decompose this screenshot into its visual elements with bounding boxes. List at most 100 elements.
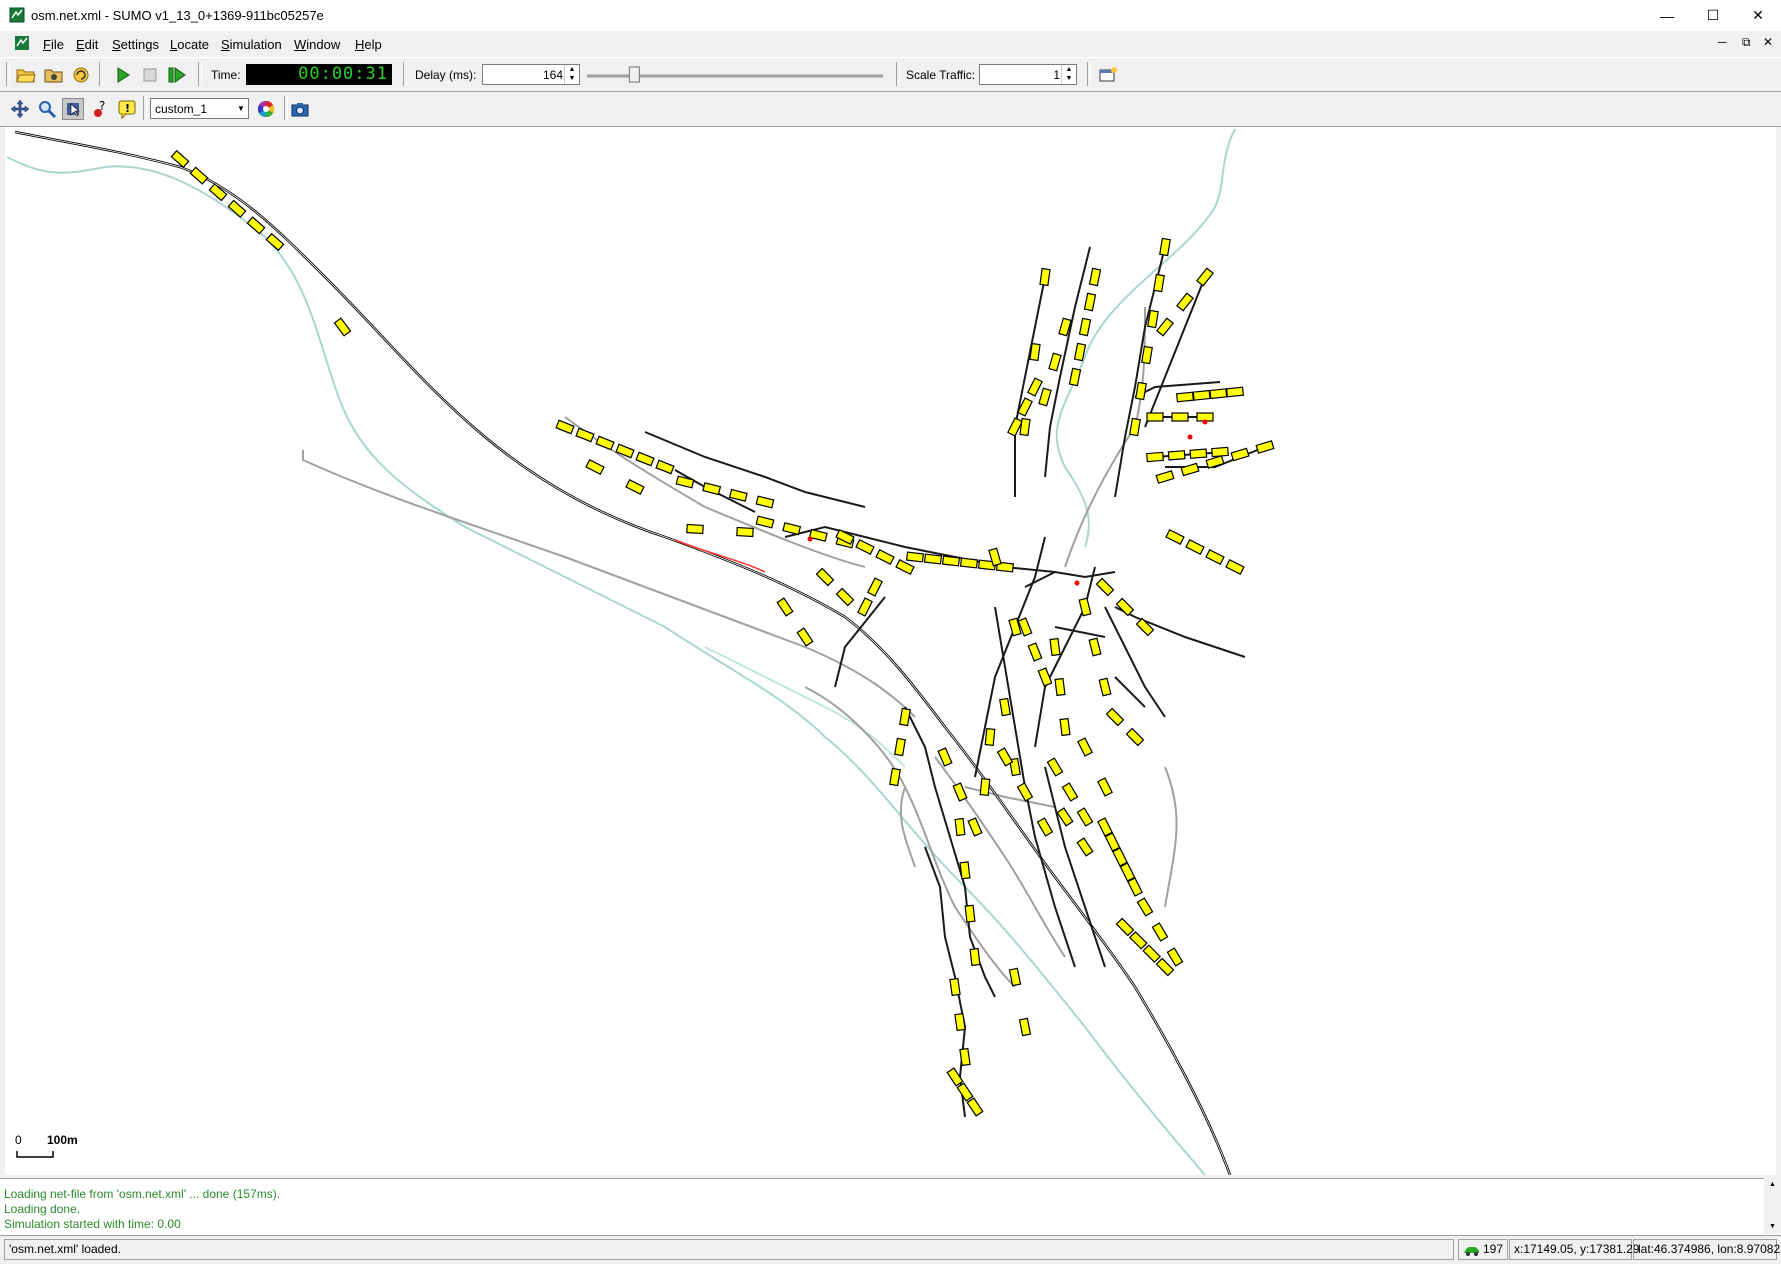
vehicle[interactable]	[686, 523, 704, 535]
vehicle[interactable]	[1076, 837, 1094, 857]
vehicle[interactable]	[585, 459, 605, 475]
vehicle[interactable]	[1037, 667, 1053, 687]
vehicle[interactable]	[1225, 559, 1245, 575]
vehicle[interactable]	[954, 1012, 966, 1032]
vehicle[interactable]	[1230, 447, 1250, 462]
vehicle[interactable]	[736, 526, 754, 538]
vehicle[interactable]	[1019, 417, 1031, 437]
recenter-view-icon[interactable]	[9, 98, 31, 120]
open-network-icon[interactable]	[43, 64, 65, 86]
vehicle[interactable]	[949, 977, 961, 997]
menu-settings[interactable]: Settings	[112, 37, 159, 52]
vehicle[interactable]	[1104, 832, 1121, 852]
vehicle[interactable]	[1068, 367, 1082, 387]
vehicle[interactable]	[889, 767, 901, 787]
vehicle[interactable]	[1171, 412, 1189, 422]
vehicle[interactable]	[835, 587, 855, 607]
scroll-up-icon[interactable]: ▲	[1764, 1178, 1781, 1192]
vehicle[interactable]	[1189, 448, 1208, 459]
vehicle[interactable]	[1192, 389, 1211, 401]
visualization-settings-icon[interactable]	[255, 98, 277, 120]
vehicle[interactable]	[959, 1047, 971, 1067]
vehicle[interactable]	[702, 482, 722, 496]
vehicle[interactable]	[1141, 345, 1153, 365]
vehicle[interactable]	[782, 522, 802, 536]
vehicle[interactable]	[1048, 352, 1062, 372]
menu-locate[interactable]: Locate	[170, 37, 209, 52]
vehicle[interactable]	[954, 817, 966, 837]
vehicle[interactable]	[1059, 717, 1071, 737]
vehicle[interactable]	[1076, 807, 1094, 827]
vehicle[interactable]	[1039, 267, 1051, 287]
vehicle[interactable]	[1151, 922, 1169, 942]
select-mode-icon[interactable]	[62, 98, 84, 120]
vehicle[interactable]	[625, 479, 645, 495]
vehicle[interactable]	[1088, 267, 1102, 287]
vehicle[interactable]	[1119, 862, 1136, 882]
vehicle[interactable]	[1097, 777, 1113, 797]
vehicle[interactable]	[996, 747, 1014, 767]
vehicle[interactable]	[1036, 817, 1054, 837]
scroll-down-icon[interactable]: ▼	[1764, 1220, 1781, 1234]
new-view-icon[interactable]	[1097, 64, 1119, 86]
vehicle[interactable]	[635, 451, 655, 467]
vehicle[interactable]	[1185, 539, 1205, 555]
vehicle[interactable]	[923, 553, 943, 565]
vehicle[interactable]	[1115, 597, 1135, 617]
vehicle[interactable]	[1225, 386, 1245, 398]
vehicle[interactable]	[895, 559, 915, 575]
stop-simulation-icon[interactable]	[139, 64, 161, 86]
vehicle[interactable]	[1112, 847, 1128, 867]
vehicle[interactable]	[575, 427, 595, 443]
vehicle[interactable]	[1049, 637, 1061, 657]
vehicle[interactable]	[899, 707, 911, 727]
vehicle[interactable]	[1167, 450, 1186, 461]
vehicle[interactable]	[1078, 317, 1092, 337]
vehicle[interactable]	[1018, 1017, 1032, 1037]
vehicle[interactable]	[894, 737, 906, 757]
menu-help[interactable]: Help	[355, 37, 382, 52]
vehicle[interactable]	[1211, 446, 1229, 458]
minimize-button[interactable]: —	[1644, 0, 1690, 31]
vehicle[interactable]	[1175, 391, 1195, 403]
spin-down-icon[interactable]: ▼	[1062, 74, 1076, 83]
vehicle[interactable]	[1077, 737, 1093, 757]
spin-up-icon[interactable]: ▲	[565, 65, 579, 74]
vehicle[interactable]	[1146, 412, 1164, 422]
reload-icon[interactable]	[70, 64, 92, 86]
vehicle[interactable]	[956, 1082, 974, 1102]
close-button[interactable]: ✕	[1735, 0, 1781, 31]
vehicle[interactable]	[905, 551, 925, 563]
vehicle[interactable]	[984, 727, 996, 747]
locate-icon[interactable]: ?	[89, 98, 111, 120]
vehicle[interactable]	[964, 904, 976, 923]
vehicle[interactable]	[1029, 342, 1041, 362]
vehicle[interactable]	[855, 539, 875, 555]
vehicle[interactable]	[796, 627, 814, 647]
mdi-close-icon[interactable]: ✕	[1763, 35, 1773, 49]
vehicle[interactable]	[959, 557, 979, 569]
vehicle[interactable]	[333, 317, 352, 337]
vehicle[interactable]	[246, 216, 266, 235]
step-simulation-icon[interactable]	[166, 64, 188, 86]
vehicle[interactable]	[875, 549, 895, 565]
vehicle[interactable]	[1159, 237, 1171, 257]
vehicle[interactable]	[1128, 930, 1148, 950]
vehicle[interactable]	[675, 475, 695, 489]
vehicle[interactable]	[1105, 707, 1125, 727]
vehicle[interactable]	[959, 861, 971, 880]
vehicle[interactable]	[815, 567, 835, 587]
spin-up-icon[interactable]: ▲	[1062, 65, 1076, 74]
vehicle[interactable]	[1255, 440, 1275, 454]
menu-window[interactable]: Window	[294, 37, 340, 52]
vehicle[interactable]	[1146, 451, 1164, 463]
vehicle[interactable]	[1054, 677, 1066, 697]
delay-spinner[interactable]: 164 ▲ ▼	[482, 64, 580, 85]
delay-slider[interactable]	[585, 66, 885, 84]
open-folder-icon[interactable]	[15, 64, 37, 86]
vehicle[interactable]	[1135, 381, 1147, 401]
vehicle[interactable]	[1205, 455, 1225, 469]
vehicle[interactable]	[1038, 387, 1052, 407]
vehicle[interactable]	[1016, 782, 1034, 802]
vehicle[interactable]	[1136, 897, 1154, 917]
